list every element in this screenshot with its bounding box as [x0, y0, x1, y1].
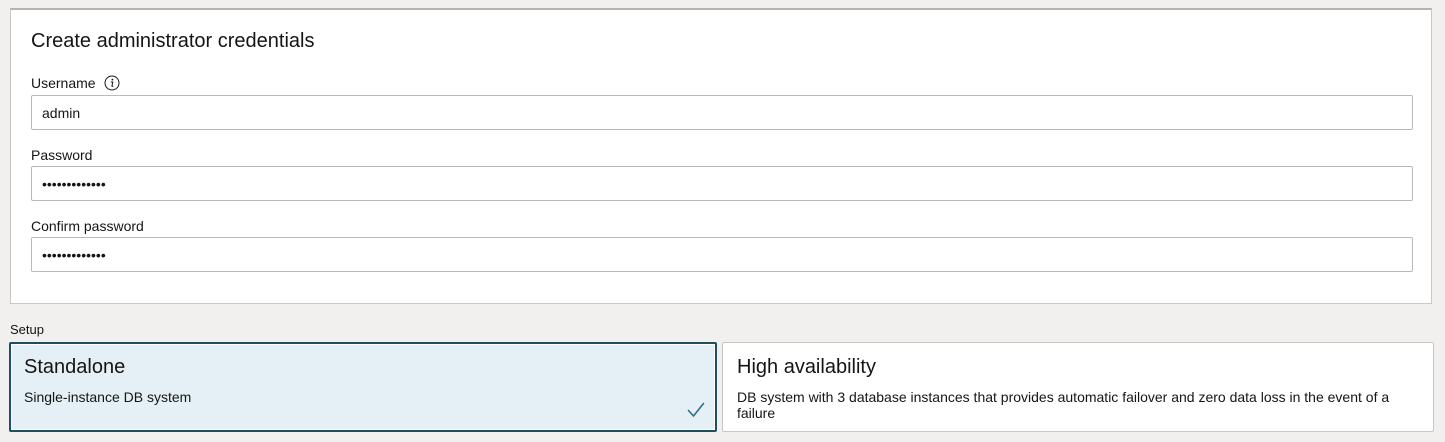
option-title: High availability — [737, 356, 876, 378]
username-label: Username — [31, 75, 96, 91]
confirm-password-label-row: Confirm password — [31, 217, 144, 235]
section-title: Create administrator credentials — [31, 30, 315, 52]
confirm-password-input[interactable] — [31, 237, 1413, 272]
password-label: Password — [31, 147, 93, 163]
option-title: Standalone — [24, 356, 126, 378]
password-input[interactable] — [31, 166, 1413, 201]
setup-option-high-availability[interactable]: High availability DB system with 3 datab… — [722, 342, 1434, 432]
option-description: Single-instance DB system — [24, 389, 192, 405]
checkmark-icon — [687, 402, 705, 417]
info-icon[interactable] — [104, 75, 120, 91]
confirm-password-label: Confirm password — [31, 218, 144, 234]
username-input[interactable] — [31, 95, 1413, 130]
admin-credentials-section: Create administrator credentials Usernam… — [10, 8, 1432, 304]
setup-label: Setup — [10, 322, 44, 337]
setup-option-standalone[interactable]: Standalone Single-instance DB system — [9, 342, 717, 432]
option-description: DB system with 3 database instances that… — [737, 389, 1390, 421]
username-label-row: Username — [31, 74, 120, 92]
password-label-row: Password — [31, 146, 92, 164]
